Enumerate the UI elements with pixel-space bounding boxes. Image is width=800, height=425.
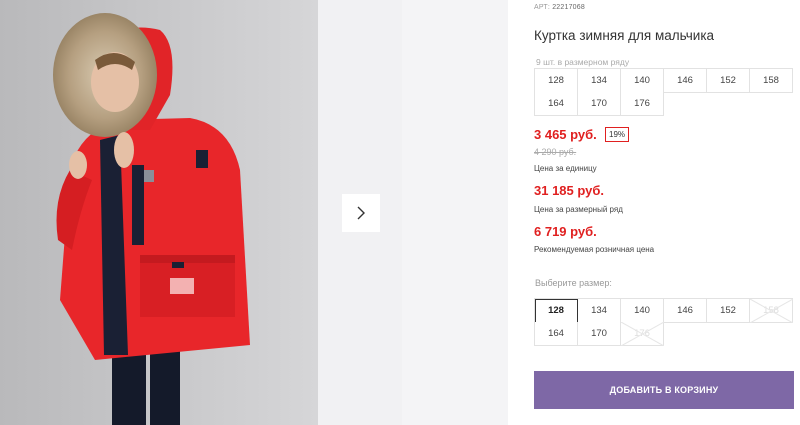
size-option-label: 140 [634, 305, 650, 316]
size-row-cell: 164 [535, 92, 578, 116]
product-title: Куртка зимняя для мальчика [534, 28, 715, 43]
size-row-cell: 128 [535, 69, 578, 93]
size-option-152[interactable]: 152 [707, 299, 750, 323]
size-option-128[interactable]: 128 [535, 299, 578, 323]
size-row-grid: 164 170 176 [534, 92, 664, 116]
unavailable-cross-icon [621, 322, 664, 346]
choose-size-label: Выберите размер: [535, 278, 612, 288]
size-option-label: 134 [591, 305, 607, 316]
size-row-hint: 9 шт. в размерном ряду [536, 57, 630, 67]
size-option-label: 170 [591, 328, 607, 339]
size-option-176: 176 [621, 322, 664, 346]
chevron-right-icon [357, 206, 365, 220]
size-row-cell: 176 [621, 92, 664, 116]
size-selector: 128 134 140 146 152 158 [534, 298, 793, 323]
size-selector: 164 170 176 [534, 322, 664, 346]
size-row-cell: 152 [707, 69, 750, 93]
size-option-label: 152 [720, 305, 736, 316]
row-price-caption: Цена за размерный ряд [534, 205, 623, 214]
size-row-cell: 140 [621, 69, 664, 93]
product-photo [0, 0, 318, 425]
article-number: АРТ: 22217068 [534, 4, 585, 11]
size-option-158: 158 [750, 299, 793, 323]
product-details: АРТ: 22217068 Куртка зимняя для мальчика… [508, 0, 800, 425]
product-image [0, 0, 318, 425]
size-row-grid: 128 134 140 146 152 158 [534, 68, 793, 93]
size-option-label: 146 [677, 305, 693, 316]
size-row-cell: 170 [578, 92, 621, 116]
unavailable-cross-icon [750, 299, 793, 323]
size-option-170[interactable]: 170 [578, 322, 621, 346]
retail-price-caption: Рекомендуемая розничная цена [534, 245, 655, 254]
size-row-cell: 146 [664, 69, 707, 93]
size-row-cell: 158 [750, 69, 793, 93]
size-row-cell: 134 [578, 69, 621, 93]
old-price: 4 290 руб. [534, 147, 577, 157]
add-to-cart-button[interactable]: ДОБАВИТЬ В КОРЗИНУ [534, 371, 794, 409]
size-option-134[interactable]: 134 [578, 299, 621, 323]
article-value: 22217068 [552, 4, 585, 11]
size-option-164[interactable]: 164 [535, 322, 578, 346]
unit-price: 3 465 руб. [534, 127, 597, 142]
gallery-background [402, 0, 508, 425]
next-image-button[interactable] [342, 194, 380, 232]
unit-price-caption: Цена за единицу [534, 164, 597, 173]
retail-price: 6 719 руб. [534, 224, 597, 239]
row-price: 31 185 руб. [534, 183, 605, 198]
size-option-146[interactable]: 146 [664, 299, 707, 323]
discount-badge: 19% [605, 127, 630, 142]
size-option-140[interactable]: 140 [621, 299, 664, 323]
article-label: АРТ: [534, 4, 551, 11]
size-option-label: 164 [548, 328, 564, 339]
size-option-label: 128 [548, 305, 564, 316]
